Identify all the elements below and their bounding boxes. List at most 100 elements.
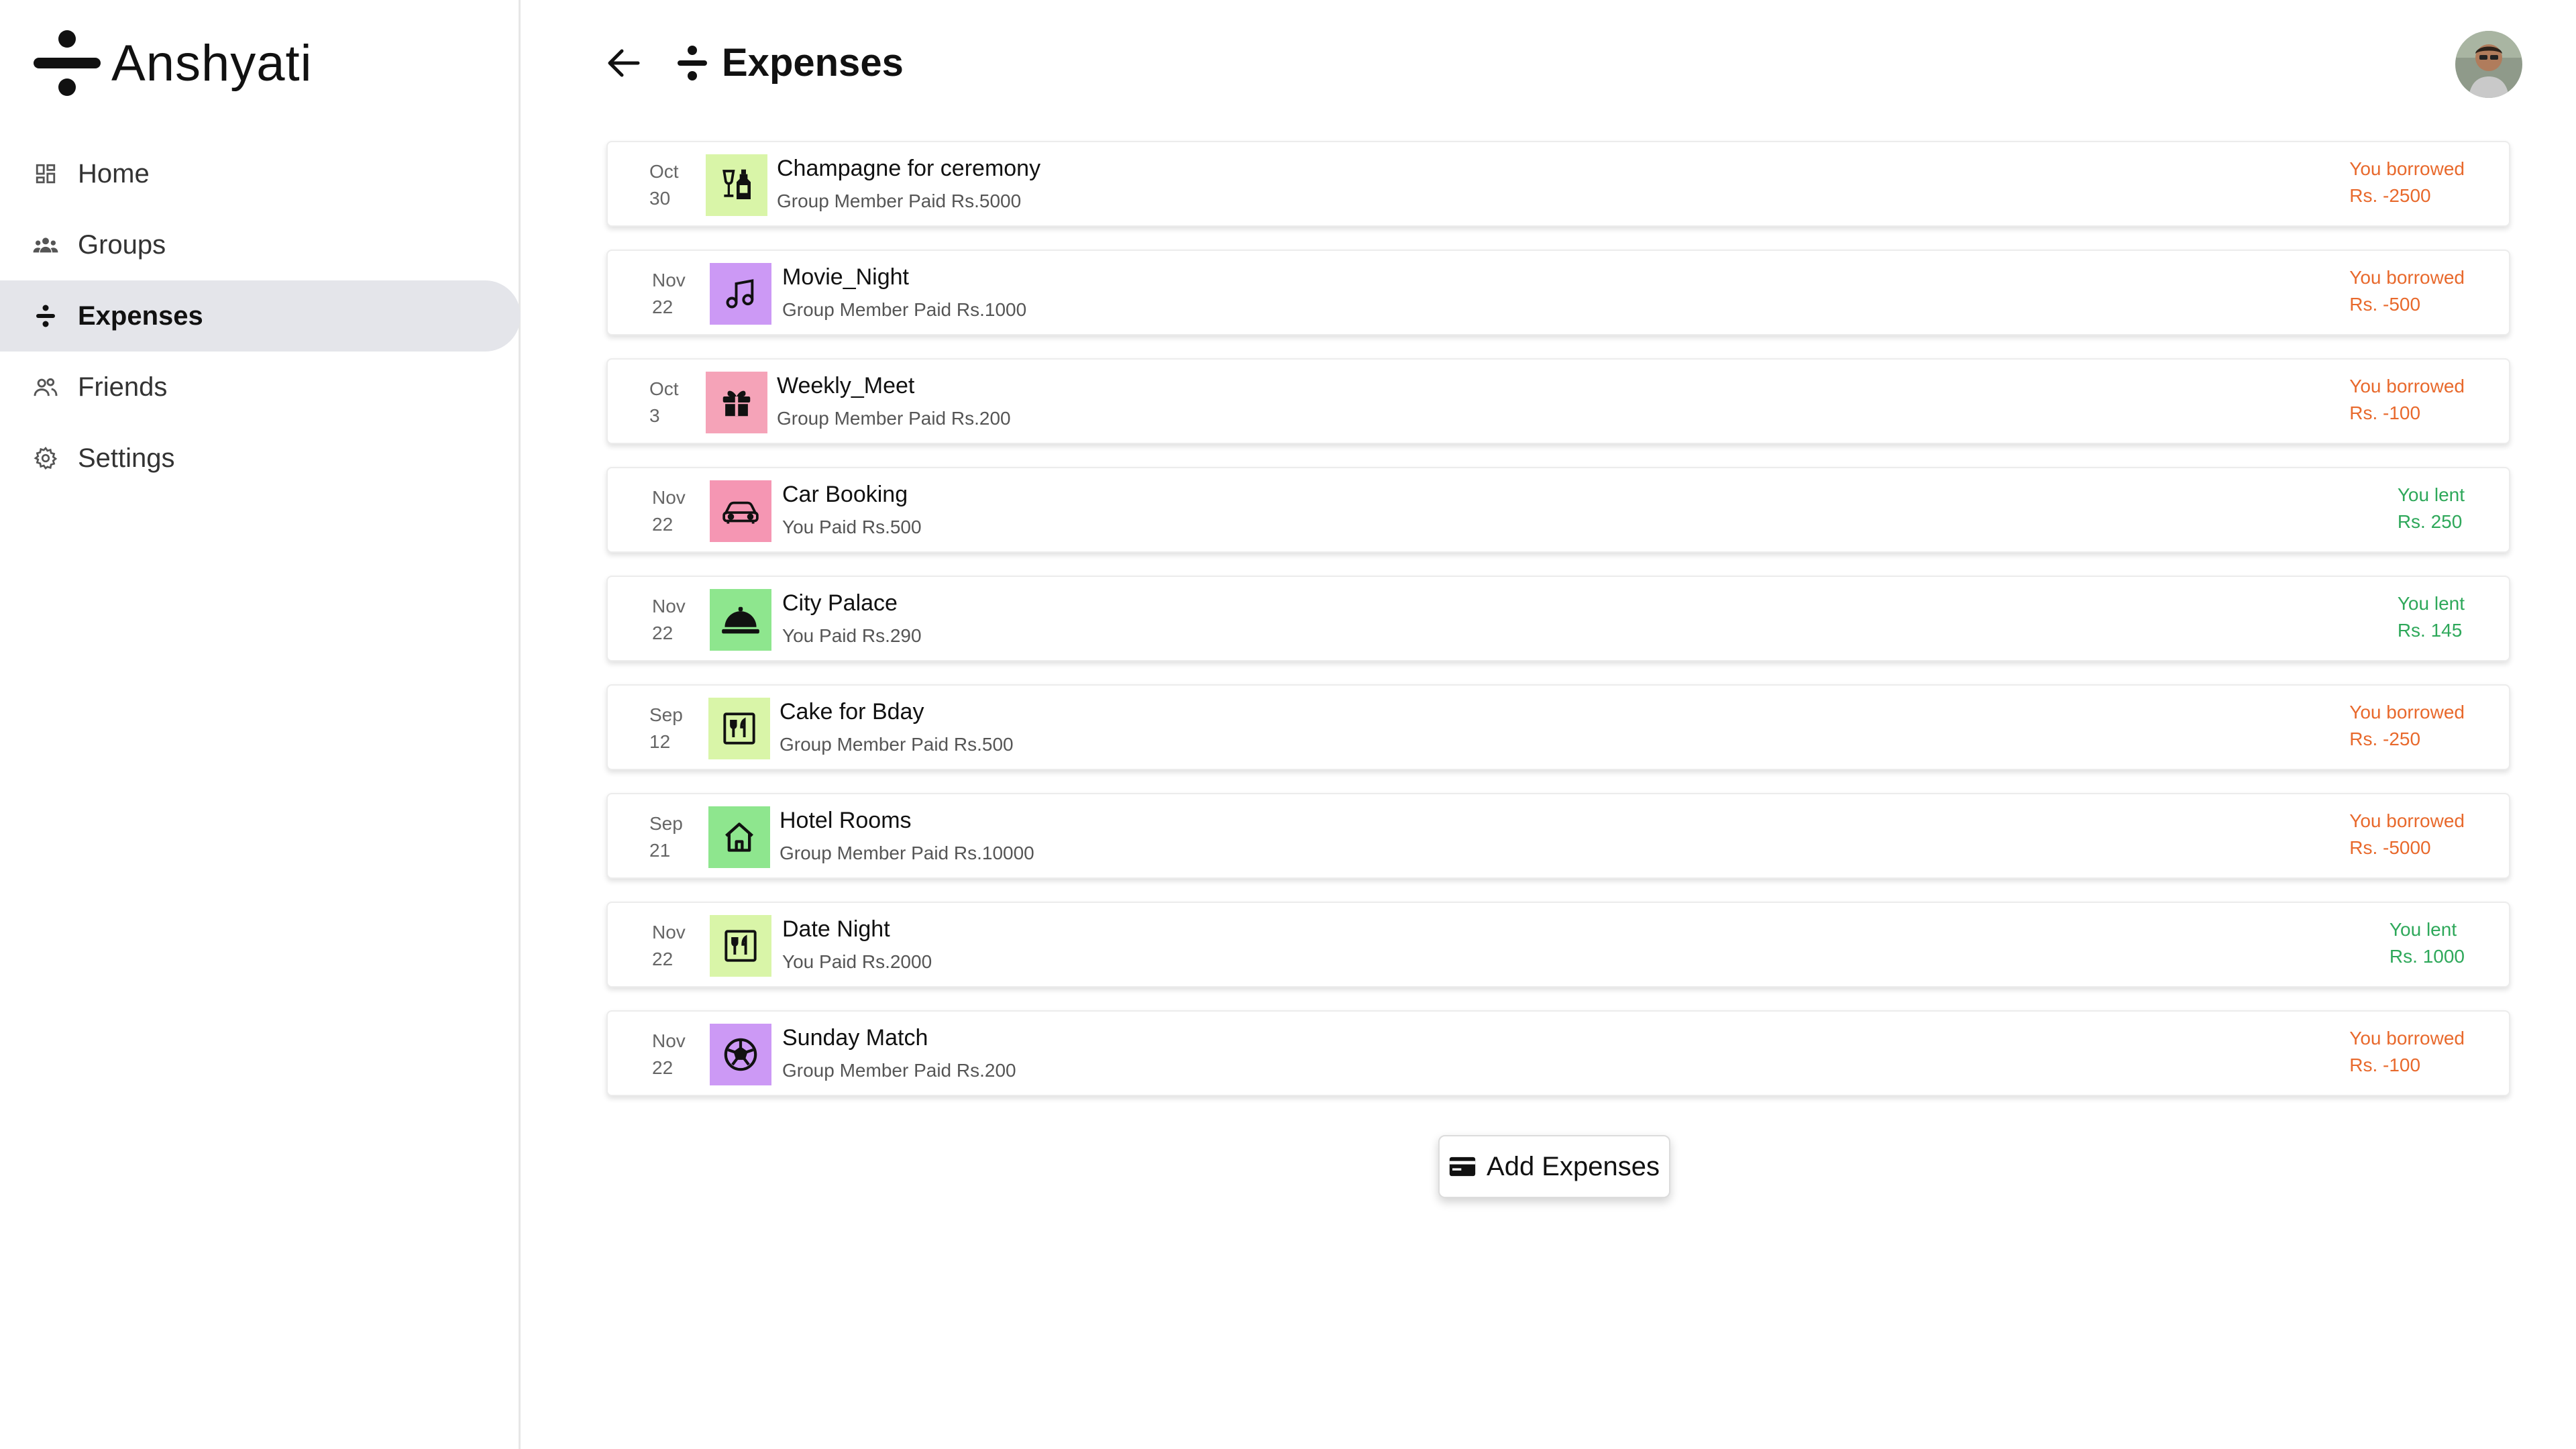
sidebar-item-groups[interactable]: Groups: [0, 209, 521, 280]
page-title: Expenses: [722, 41, 904, 85]
avatar[interactable]: [2455, 31, 2522, 98]
expense-day: 12: [649, 731, 671, 752]
expense-balance: You lent Rs. 250: [2398, 482, 2465, 535]
add-expenses-button[interactable]: Add Expenses: [1438, 1135, 1670, 1198]
expense-balance: You lent Rs. 145: [2398, 590, 2465, 644]
balance-status: You borrowed: [2349, 158, 2465, 179]
expense-day: 3: [649, 405, 660, 426]
card-icon: [1449, 1157, 1476, 1177]
expense-date: Oct 3: [649, 376, 690, 429]
expense-paid-info: You Paid Rs.290: [782, 625, 922, 646]
brand[interactable]: Anshyati: [32, 30, 313, 97]
grid-icon: [32, 160, 59, 187]
expense-paid-info: Group Member Paid Rs.10000: [780, 843, 1034, 863]
expense-day: 22: [652, 1057, 674, 1078]
expense-row[interactable]: Nov 22 Car Booking You Paid Rs.500 You l…: [606, 467, 2510, 553]
expense-day: 22: [652, 514, 674, 535]
sidebar-item-home[interactable]: Home: [0, 138, 521, 209]
groups-icon: [32, 231, 59, 258]
expense-month: Oct: [649, 161, 679, 182]
balance-amount: Rs. -100: [2349, 1055, 2421, 1075]
expense-date: Sep 12: [649, 702, 690, 755]
expense-name: City Palace: [782, 590, 898, 616]
expense-balance: You borrowed Rs. -250: [2349, 699, 2465, 753]
sidebar-item-expenses[interactable]: Expenses: [0, 280, 521, 352]
expense-row[interactable]: Oct 30 Champagne for ceremony Group Memb…: [606, 141, 2510, 227]
restaurant-icon: [710, 915, 771, 977]
balance-amount: Rs. -100: [2349, 402, 2421, 423]
page-header: Expenses: [604, 30, 2522, 98]
expense-month: Sep: [649, 704, 683, 725]
football-icon: [710, 1024, 771, 1085]
balance-status: You borrowed: [2349, 1028, 2465, 1049]
expense-day: 22: [652, 623, 674, 643]
balance-status: You borrowed: [2349, 702, 2465, 722]
expense-name: Weekly_Meet: [777, 373, 915, 398]
expense-row[interactable]: Nov 22 City Palace You Paid Rs.290 You l…: [606, 576, 2510, 661]
sidebar-item-friends[interactable]: Friends: [0, 352, 521, 423]
add-expenses-label: Add Expenses: [1487, 1151, 1660, 1181]
restaurant-icon: [708, 698, 770, 759]
expense-balance: You lent Rs. 1000: [2390, 916, 2465, 970]
drinks-icon: [706, 154, 767, 216]
expense-month: Nov: [652, 1030, 686, 1051]
expense-date: Nov 22: [652, 267, 692, 321]
expense-name: Champagne for ceremony: [777, 156, 1041, 181]
app-root: Anshyati Home Groups Expenses Friends Se…: [0, 0, 2576, 1449]
expense-row[interactable]: Sep 12 Cake for Bday Group Member Paid R…: [606, 684, 2510, 770]
sidebar-item-label: Friends: [78, 372, 168, 402]
expense-date: Nov 22: [652, 593, 692, 647]
sidebar-item-settings[interactable]: Settings: [0, 423, 521, 494]
app-logo-icon: [34, 30, 101, 96]
expense-paid-info: Group Member Paid Rs.5000: [777, 191, 1022, 211]
expense-balance: You borrowed Rs. -100: [2349, 373, 2465, 427]
sidebar-nav: Home Groups Expenses Friends Settings: [0, 138, 521, 494]
expense-row[interactable]: Sep 21 Hotel Rooms Group Member Paid Rs.…: [606, 793, 2510, 879]
expense-row[interactable]: Oct 3 Weekly_Meet Group Member Paid Rs.2…: [606, 358, 2510, 444]
expense-paid-info: Group Member Paid Rs.200: [777, 408, 1011, 429]
sidebar-item-label: Expenses: [78, 301, 203, 331]
balance-amount: Rs. -5000: [2349, 837, 2431, 858]
balance-amount: Rs. -500: [2349, 294, 2421, 315]
expense-date: Nov 22: [652, 919, 692, 973]
expense-month: Nov: [652, 270, 686, 290]
back-button[interactable]: [604, 43, 644, 83]
expense-balance: You borrowed Rs. -5000: [2349, 808, 2465, 861]
expense-date: Nov 22: [652, 484, 692, 538]
sidebar-item-label: Groups: [78, 229, 166, 260]
expense-balance: You borrowed Rs. -500: [2349, 264, 2465, 318]
expense-date: Sep 21: [649, 810, 690, 864]
expense-list: Oct 30 Champagne for ceremony Group Memb…: [606, 141, 2510, 1119]
balance-status: You borrowed: [2349, 376, 2465, 396]
home-icon: [708, 806, 770, 868]
expense-month: Sep: [649, 813, 683, 834]
expense-balance: You borrowed Rs. -100: [2349, 1025, 2465, 1079]
balance-status: You lent: [2397, 593, 2465, 614]
expense-paid-info: You Paid Rs.500: [782, 517, 922, 537]
expense-name: Sunday Match: [782, 1025, 928, 1051]
expense-paid-info: Group Member Paid Rs.500: [780, 734, 1014, 755]
divide-icon: [32, 303, 59, 329]
sidebar-item-label: Settings: [78, 443, 175, 473]
expense-day: 21: [649, 840, 671, 861]
expense-date: Oct 30: [649, 158, 690, 212]
balance-status: You lent: [2389, 919, 2457, 940]
expense-row[interactable]: Nov 22 Sunday Match Group Member Paid Rs…: [606, 1010, 2510, 1096]
expense-month: Nov: [652, 596, 686, 616]
expense-date: Nov 22: [652, 1028, 692, 1081]
expense-name: Car Booking: [782, 482, 908, 507]
expense-paid-info: You Paid Rs.2000: [782, 951, 932, 972]
friends-icon: [32, 374, 59, 400]
music-note-icon: [710, 263, 771, 325]
balance-amount: Rs. 250: [2397, 511, 2463, 532]
balance-status: You borrowed: [2349, 267, 2465, 288]
expense-name: Hotel Rooms: [780, 808, 912, 833]
service-bell-icon: [710, 589, 771, 651]
divide-icon: [678, 46, 707, 80]
expense-row[interactable]: Nov 22 Movie_Night Group Member Paid Rs.…: [606, 250, 2510, 335]
sidebar-item-label: Home: [78, 158, 150, 189]
expense-row[interactable]: Nov 22 Date Night You Paid Rs.2000 You l…: [606, 902, 2510, 987]
balance-status: You borrowed: [2349, 810, 2465, 831]
expense-name: Cake for Bday: [780, 699, 924, 724]
expense-name: Movie_Night: [782, 264, 909, 290]
